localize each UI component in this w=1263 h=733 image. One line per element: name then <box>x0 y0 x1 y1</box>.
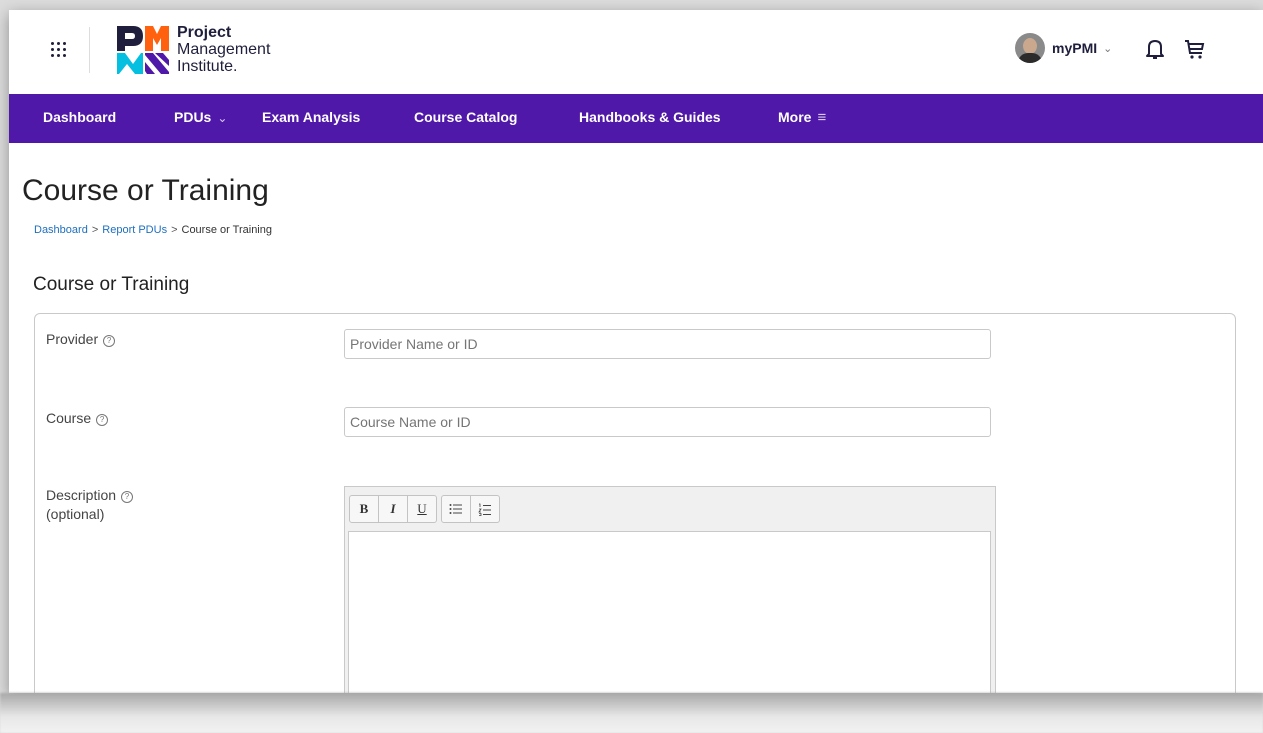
page-title: Course or Training <box>22 174 269 207</box>
breadcrumb-current: Course or Training <box>181 224 273 236</box>
nav-item-course-catalog[interactable]: Course Catalog <box>414 94 517 143</box>
description-editor: B I U <box>344 486 996 693</box>
nav-label: PDUs <box>174 109 212 125</box>
course-label: Course? <box>46 409 109 428</box>
breadcrumb-separator: > <box>171 224 178 236</box>
description-optional-text: (optional) <box>46 506 105 522</box>
window-shadow <box>0 693 1263 733</box>
course-input[interactable] <box>344 407 991 437</box>
nav-item-pdus[interactable]: PDUs ⌄ <box>174 94 227 143</box>
help-icon[interactable]: ? <box>96 414 109 426</box>
description-textarea[interactable] <box>348 531 991 693</box>
header-divider <box>89 27 90 73</box>
help-icon[interactable]: ? <box>103 335 116 347</box>
nav-item-handbooks-guides[interactable]: Handbooks & Guides <box>579 94 721 143</box>
main-nav: Dashboard PDUs ⌄ Exam Analysis Course Cat… <box>9 94 1263 143</box>
editor-toolbar: B I U <box>349 495 504 523</box>
course-label-text: Course <box>46 410 92 426</box>
pmi-logo[interactable]: Project Management Institute. <box>115 24 285 76</box>
section-title: Course or Training <box>33 274 190 295</box>
user-menu[interactable]: myPMI ⌄ <box>1015 30 1112 66</box>
list-button-group <box>441 495 500 523</box>
nav-label: Handbooks & Guides <box>579 109 721 125</box>
provider-label-text: Provider <box>46 331 99 347</box>
cart-icon[interactable] <box>1184 38 1206 60</box>
apps-grid-icon[interactable] <box>49 40 69 60</box>
logo-line-3: Institute. <box>177 58 238 75</box>
description-label: Description? (optional) <box>46 486 134 524</box>
logo-line-2: Management <box>177 41 271 58</box>
logo-line-1: Project <box>177 24 232 41</box>
breadcrumb: Dashboard > Report PDUs > Course or Training <box>34 224 272 236</box>
italic-button[interactable]: I <box>379 496 408 522</box>
mypmi-label[interactable]: myPMI <box>1052 40 1097 56</box>
chevron-down-icon: ⌄ <box>217 111 228 125</box>
site-header: Project Management Institute. myPMI ⌄ <box>9 10 1263 94</box>
avatar[interactable] <box>1015 33 1045 63</box>
help-icon[interactable]: ? <box>121 491 134 503</box>
breadcrumb-report-pdus[interactable]: Report PDUs <box>102 224 167 236</box>
underline-button[interactable]: U <box>408 496 436 522</box>
nav-label: Course Catalog <box>414 109 518 125</box>
breadcrumb-separator: > <box>91 224 99 236</box>
provider-input[interactable] <box>344 329 991 359</box>
format-button-group: B I U <box>349 495 437 523</box>
chevron-down-icon: ⌄ <box>1103 42 1113 55</box>
nav-label: Dashboard <box>43 109 117 125</box>
nav-label: Exam Analysis <box>262 109 361 125</box>
description-label-text: Description <box>46 487 117 503</box>
menu-lines-icon: ≡ <box>817 109 827 126</box>
numbered-list-icon[interactable] <box>471 496 499 522</box>
nav-item-exam-analysis[interactable]: Exam Analysis <box>262 94 360 143</box>
nav-item-dashboard[interactable]: Dashboard <box>43 94 116 143</box>
bulleted-list-icon[interactable] <box>442 496 471 522</box>
browser-frame: Project Management Institute. myPMI ⌄ Da… <box>9 10 1263 693</box>
logo-wordmark: Project Management Institute. <box>177 24 270 75</box>
nav-label: More <box>778 109 812 125</box>
breadcrumb-dashboard[interactable]: Dashboard <box>34 224 88 236</box>
provider-label: Provider? <box>46 330 116 349</box>
nav-item-more[interactable]: More ≡ <box>778 94 826 143</box>
bell-icon[interactable] <box>1145 38 1165 60</box>
bold-button[interactable]: B <box>350 496 379 522</box>
form-card: Provider? Course? Description? (optional… <box>34 313 1236 693</box>
pmi-logo-mark-icon <box>117 26 169 74</box>
